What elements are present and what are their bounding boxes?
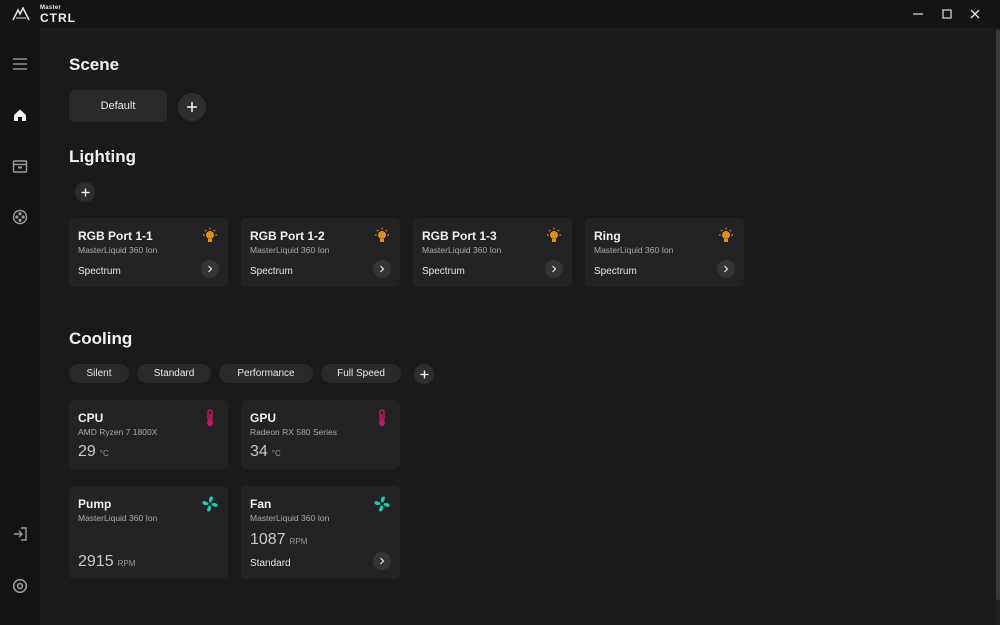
light-bulb-icon [375, 227, 389, 242]
card-device: MasterLiquid 360 Ion [78, 513, 158, 523]
close-button[interactable] [962, 4, 988, 24]
fan-card-pump[interactable]: Pump MasterLiquid 360 Ion 2915 RPM [69, 486, 228, 579]
title-bar: Master CTRL [0, 0, 1000, 28]
rpm-readout: 2915 RPM [78, 553, 135, 571]
temperature-unit: °C [271, 449, 281, 458]
card-title: Fan [250, 497, 272, 511]
cooling-mode-full-speed[interactable]: Full Speed [321, 364, 401, 383]
cooling-mode-standard[interactable]: Standard [137, 364, 211, 383]
scrollbar-thumb[interactable] [996, 30, 1000, 600]
chevron-right-icon [724, 265, 729, 273]
lighting-card-rgb-port-1-1[interactable]: RGB Port 1-1 MasterLiquid 360 Ion Spectr… [69, 218, 228, 287]
sidebar-item-login[interactable] [10, 524, 30, 544]
add-lighting-button[interactable] [75, 182, 95, 202]
card-effect: Spectrum [594, 266, 637, 277]
card-title: RGB Port 1-3 [422, 229, 497, 243]
card-title: Ring [594, 229, 621, 243]
chevron-right-icon [380, 557, 385, 565]
lighting-card-ring[interactable]: Ring MasterLiquid 360 Ion Spectrum [585, 218, 744, 287]
plus-icon [187, 102, 197, 112]
chevron-right-icon [380, 265, 385, 273]
temperature-card-gpu[interactable]: GPU Radeon RX 580 Series 34 °C [241, 400, 400, 469]
chevron-right-icon [552, 265, 557, 273]
light-bulb-icon [547, 227, 561, 242]
light-bulb-icon [203, 227, 217, 242]
scene-default-button[interactable]: Default [69, 90, 167, 122]
card-effect: Spectrum [422, 266, 465, 277]
app-logo-icon [12, 7, 30, 21]
card-device: MasterLiquid 360 Ion [250, 245, 330, 255]
sidebar-item-settings[interactable] [10, 576, 30, 596]
lighting-detail-button[interactable] [373, 260, 391, 278]
maximize-button[interactable] [934, 4, 960, 24]
sidebar [0, 28, 40, 625]
fan-icon [374, 496, 390, 512]
lighting-detail-button[interactable] [717, 260, 735, 278]
minimize-icon [913, 13, 923, 15]
card-title: GPU [250, 411, 277, 425]
card-device: Radeon RX 580 Series [250, 427, 337, 437]
menu-button[interactable] [10, 54, 30, 74]
lighting-detail-button[interactable] [545, 260, 563, 278]
rpm-value: 2915 [78, 553, 114, 570]
card-title: RGB Port 1-2 [250, 229, 325, 243]
card-title: CPU [78, 411, 104, 425]
temperature-unit: °C [99, 449, 109, 458]
temperature-value: 29 [78, 443, 96, 460]
sidebar-item-devices[interactable] [10, 156, 30, 176]
fan-icon [202, 496, 218, 512]
scene-title: Scene [69, 55, 120, 74]
card-title: RGB Port 1-1 [78, 229, 153, 243]
temperature-card-cpu[interactable]: CPU AMD Ryzen 7 1800X 29 °C [69, 400, 228, 469]
cooling-mode-performance[interactable]: Performance [219, 364, 313, 383]
rpm-unit: RPM [117, 559, 136, 568]
thermometer-icon [379, 409, 385, 426]
app-logo: Master CTRL [40, 5, 76, 24]
apps-icon [12, 209, 28, 225]
close-icon [970, 9, 980, 19]
rpm-readout: 1087 RPM [250, 531, 307, 549]
hamburger-icon [13, 58, 27, 70]
plus-icon [420, 370, 428, 378]
fan-card-fan[interactable]: Fan MasterLiquid 360 Ion 1087 RPM Standa… [241, 486, 400, 579]
lighting-card-rgb-port-1-2[interactable]: RGB Port 1-2 MasterLiquid 360 Ion Spectr… [241, 218, 400, 287]
chevron-right-icon [208, 265, 213, 273]
card-device: MasterLiquid 360 Ion [594, 245, 674, 255]
add-cooling-mode-button[interactable] [414, 364, 434, 384]
logo-big-text: CTRL [40, 11, 76, 25]
lighting-card-rgb-port-1-3[interactable]: RGB Port 1-3 MasterLiquid 360 Ion Spectr… [413, 218, 572, 287]
home-icon [14, 109, 26, 121]
card-device: MasterLiquid 360 Ion [78, 245, 158, 255]
minimize-button[interactable] [905, 4, 931, 24]
plus-icon [81, 188, 89, 196]
sidebar-item-apps[interactable] [10, 207, 30, 227]
login-icon [14, 527, 27, 541]
card-device: MasterLiquid 360 Ion [250, 513, 330, 523]
thermometer-icon [207, 409, 213, 426]
gear-icon [12, 578, 28, 594]
temperature-value: 34 [250, 443, 268, 460]
add-scene-button[interactable] [178, 93, 206, 121]
lighting-title: Lighting [69, 147, 137, 166]
card-device: MasterLiquid 360 Ion [422, 245, 502, 255]
cooling-mode-silent[interactable]: Silent [69, 364, 129, 383]
rpm-unit: RPM [289, 537, 308, 546]
cooling-title: Cooling [69, 329, 133, 348]
card-effect: Spectrum [250, 266, 293, 277]
sidebar-item-home[interactable] [10, 105, 30, 125]
light-bulb-icon [719, 227, 733, 242]
card-effect: Spectrum [78, 266, 121, 277]
fan-detail-button[interactable] [373, 552, 391, 570]
card-device: AMD Ryzen 7 1800X [78, 427, 158, 437]
rpm-value: 1087 [250, 531, 286, 548]
maximize-icon [942, 9, 952, 19]
device-box-icon [12, 160, 28, 173]
temperature-readout: 29 °C [78, 443, 109, 461]
fan-mode: Standard [250, 558, 291, 569]
temperature-readout: 34 °C [250, 443, 281, 461]
lighting-detail-button[interactable] [201, 260, 219, 278]
card-title: Pump [78, 497, 112, 511]
